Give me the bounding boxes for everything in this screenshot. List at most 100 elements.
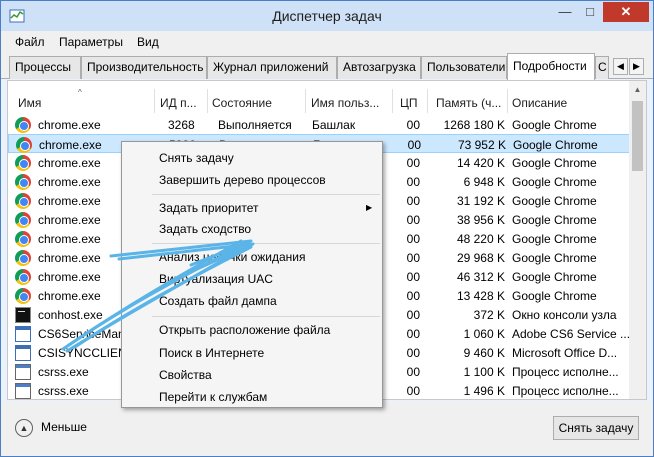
- cell-mem: 9 460 K: [463, 346, 505, 360]
- tab-scroll-left-button[interactable]: ◀: [613, 58, 628, 75]
- menu-separator: [152, 194, 380, 195]
- menu-options[interactable]: Параметры: [59, 35, 123, 49]
- cell-cpu: 00: [406, 327, 420, 341]
- chrome-icon: [15, 269, 31, 285]
- cell-name: chrome.exe: [38, 118, 101, 132]
- cell-desc: Google Chrome: [512, 118, 597, 132]
- tab-startup[interactable]: Автозагрузка: [337, 56, 421, 79]
- cell-desc: Google Chrome: [512, 251, 597, 265]
- cell-mem: 14 420 K: [456, 156, 505, 170]
- tab-bar: Процессы Производительность Журнал прило…: [1, 53, 653, 80]
- cmd-icon: [15, 307, 31, 323]
- cell-cpu: 00: [406, 213, 420, 227]
- menu-file[interactable]: Файл: [15, 35, 45, 49]
- cell-cpu: 00: [406, 175, 420, 189]
- cell-mem: 48 220 K: [456, 232, 505, 246]
- menu-view[interactable]: Вид: [137, 35, 159, 49]
- menu-item-set-affinity[interactable]: Задать сходство: [159, 222, 251, 242]
- bottom-bar: ▲ Меньше Снять задачу: [1, 401, 653, 456]
- chevron-left-icon: ◀: [617, 61, 624, 71]
- cell-desc: Adobe CS6 Service ...: [512, 327, 630, 341]
- title-bar[interactable]: Диспетчер задач — □ ✕: [1, 1, 653, 31]
- column-memory[interactable]: Память (ч...: [436, 96, 508, 110]
- tab-app-history[interactable]: Журнал приложений: [207, 56, 337, 79]
- column-divider[interactable]: [305, 89, 306, 113]
- cell-mem: 38 956 K: [456, 213, 505, 227]
- menu-item-go-to-services[interactable]: Перейти к службам: [159, 390, 267, 410]
- vertical-scrollbar[interactable]: ▲: [629, 81, 646, 399]
- column-divider[interactable]: [207, 89, 208, 113]
- cell-mem: 1 100 K: [463, 365, 505, 379]
- menu-item-create-dump-file[interactable]: Создать файл дампа: [159, 294, 277, 314]
- chrome-icon: [15, 288, 31, 304]
- minimize-icon: —: [558, 4, 572, 19]
- column-divider[interactable]: [154, 89, 155, 113]
- cell-mem: 29 968 K: [456, 251, 505, 265]
- menu-item-search-online[interactable]: Поиск в Интернете: [159, 346, 264, 366]
- cell-desc: Google Chrome: [512, 194, 597, 208]
- menu-item-open-file-location[interactable]: Открыть расположение файла: [159, 323, 330, 343]
- submenu-arrow-icon: ▶: [366, 203, 373, 212]
- cell-mem: 31 192 K: [456, 194, 505, 208]
- csrss-icon: [15, 383, 31, 399]
- cell-cpu: 00: [406, 289, 420, 303]
- column-description[interactable]: Описание: [512, 96, 630, 110]
- tab-users[interactable]: Пользователи: [421, 56, 507, 79]
- cell-desc: Процесс исполне...: [512, 384, 619, 398]
- chrome-icon: [15, 193, 31, 209]
- column-divider[interactable]: [427, 89, 428, 113]
- scrollbar-thumb[interactable]: [632, 101, 643, 171]
- chrome-icon: [15, 212, 31, 228]
- cell-cpu: 00: [406, 251, 420, 265]
- menu-item-analyze-wait-chain[interactable]: Анализ цепочки ожидания: [159, 250, 305, 270]
- menu-item-end-task[interactable]: Снять задачу: [159, 151, 234, 171]
- tab-services[interactable]: С: [595, 56, 609, 79]
- tab-performance[interactable]: Производительность: [81, 56, 207, 79]
- column-divider[interactable]: [507, 89, 508, 113]
- column-status[interactable]: Состояние: [212, 96, 304, 110]
- cell-mem: 6 948 K: [463, 175, 505, 189]
- end-task-button[interactable]: Снять задачу: [553, 416, 639, 440]
- maximize-button[interactable]: □: [577, 2, 603, 22]
- minimize-button[interactable]: —: [552, 2, 578, 22]
- cell-pid: 3268: [168, 118, 195, 132]
- close-button[interactable]: ✕: [603, 2, 649, 22]
- table-row[interactable]: chrome.exe 3268 Выполняется Башлак 00 1268 18…: [8, 115, 631, 134]
- chrome-icon: [15, 174, 31, 190]
- menu-item-end-process-tree[interactable]: Завершить дерево процессов: [159, 173, 326, 193]
- tab-details[interactable]: Подробности: [507, 53, 595, 80]
- app-box-icon: [15, 345, 31, 361]
- cell-mem: 73 952 K: [457, 138, 506, 152]
- tab-processes[interactable]: Процессы: [9, 56, 81, 79]
- cell-cpu: 00: [407, 138, 421, 152]
- cell-cpu: 00: [406, 308, 420, 322]
- menu-item-properties[interactable]: Свойства: [159, 368, 212, 388]
- menu-item-uac-virtualization[interactable]: Виртуализация UAC: [159, 272, 273, 292]
- cell-user: Башлак: [312, 118, 356, 132]
- close-icon: ✕: [620, 4, 632, 19]
- cell-cpu: 00: [406, 118, 420, 132]
- cell-mem: 13 428 K: [456, 289, 505, 303]
- menu-separator: [152, 243, 380, 244]
- cell-desc: Процесс исполне...: [512, 365, 619, 379]
- scroll-up-icon[interactable]: ▲: [629, 81, 646, 98]
- cell-desc: Google Chrome: [512, 156, 597, 170]
- tab-scroll-right-button[interactable]: ▶: [629, 58, 644, 75]
- cell-cpu: 00: [406, 156, 420, 170]
- menu-separator: [152, 316, 380, 317]
- cell-cpu: 00: [406, 346, 420, 360]
- fewer-details-label: Меньше: [41, 420, 87, 434]
- column-cpu[interactable]: ЦП: [400, 96, 426, 110]
- cell-desc: Google Chrome: [512, 213, 597, 227]
- cell-mem: 1 060 K: [463, 327, 505, 341]
- column-name[interactable]: Имя: [18, 96, 148, 110]
- column-pid[interactable]: ИД п...: [160, 96, 206, 110]
- chevron-right-icon: ▶: [633, 61, 640, 71]
- context-menu: Снять задачу Завершить дерево процессов …: [121, 141, 383, 408]
- cell-desc: Google Chrome: [512, 289, 597, 303]
- menu-item-set-priority[interactable]: Задать приоритет: [159, 201, 258, 221]
- maximize-icon: □: [586, 4, 594, 19]
- column-divider[interactable]: [392, 89, 393, 113]
- cell-cpu: 00: [406, 384, 420, 398]
- column-user[interactable]: Имя польз...: [311, 96, 391, 110]
